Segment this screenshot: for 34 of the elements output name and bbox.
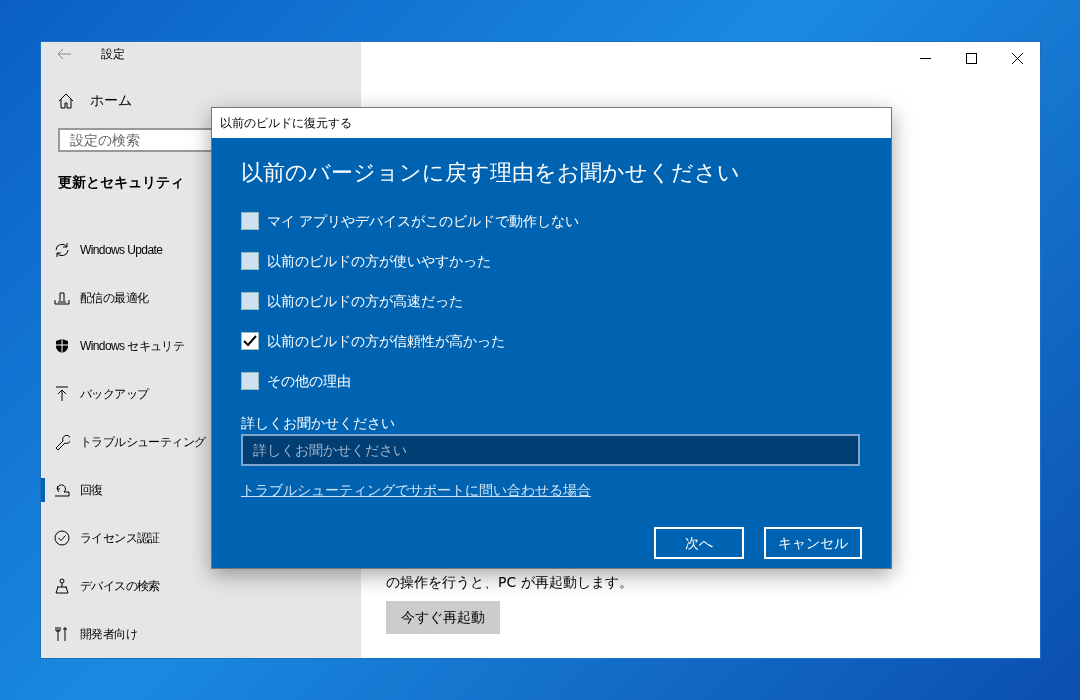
sync-icon [54, 242, 70, 258]
support-link[interactable]: トラブルシューティングでサポートに問い合わせる場合 [241, 480, 591, 501]
person-pin-icon [54, 578, 70, 594]
restart-note: の操作を行うと、PC が再起動します。 [386, 573, 633, 592]
sidebar-item[interactable]: ライセンス認証 [41, 514, 361, 562]
checkbox[interactable] [241, 332, 259, 350]
checkbox[interactable] [241, 292, 259, 310]
dialog-title: 以前のビルドに復元する [212, 108, 891, 138]
wrench-icon [54, 434, 70, 450]
checkbox[interactable] [241, 212, 259, 230]
tools-icon [54, 626, 70, 642]
back-icon[interactable] [57, 47, 71, 60]
checkbox-label: マイ アプリやデバイスがこのビルドで動作しない [267, 211, 580, 231]
details-label: 詳しくお聞かせください [241, 414, 396, 433]
restart-button[interactable]: 今すぐ再起動 [386, 601, 500, 634]
check-circle-icon [54, 530, 70, 546]
up-arrow-icon [54, 386, 70, 402]
home-icon [58, 92, 74, 109]
recovery-icon [54, 482, 70, 498]
checkbox-label: 以前のビルドの方が信頼性が高かった [267, 331, 505, 351]
sidebar-item[interactable]: デバイスの検索 [41, 562, 361, 610]
sidebar-item[interactable]: 開発者向け [41, 610, 361, 658]
shield-icon [54, 338, 70, 354]
checkbox[interactable] [241, 372, 259, 390]
cancel-button[interactable]: キャンセル [764, 527, 862, 559]
dialog-heading: 以前のバージョンに戻す理由をお聞かせください [241, 159, 741, 187]
checkbox[interactable] [241, 252, 259, 270]
checkbox-label: 以前のビルドの方が使いやすかった [267, 251, 491, 271]
details-field[interactable]: 詳しくお聞かせください [241, 434, 860, 466]
section-title: 更新とセキュリティ [58, 173, 184, 192]
checkbox-label: 以前のビルドの方が高速だった [267, 291, 463, 311]
checkbox-label: その他の理由 [267, 371, 351, 391]
window-title: 設定 [101, 45, 125, 63]
next-button[interactable]: 次へ [654, 527, 744, 559]
